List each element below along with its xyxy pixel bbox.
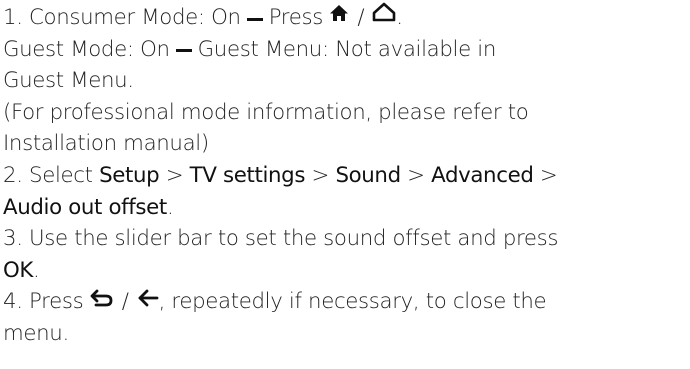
guest-menu-text: Guest Menu: Not available in xyxy=(197,36,497,62)
menu-path-audio-out-offset: Audio out offset xyxy=(3,194,167,220)
slash-separator: / xyxy=(357,5,365,30)
step-3-line-2: OK. xyxy=(3,255,690,287)
instruction-document: 1. Consumer Mode: On Press / . Guest Mode… xyxy=(0,2,690,369)
step-1-line-4: (For professional mode information, plea… xyxy=(3,99,529,125)
select-text: 2. Select xyxy=(3,162,93,188)
step-3-line-1: 3. Use the slider bar to set the sound o… xyxy=(3,226,559,252)
home-outline-icon xyxy=(372,0,396,32)
back-arrow-icon xyxy=(90,285,114,317)
close-menu-text: , repeatedly if necessary, to close the xyxy=(158,289,547,315)
step-1-line-1: 1. Consumer Mode: On Press / . xyxy=(3,2,690,34)
menu-path-tv-settings: TV settings xyxy=(189,162,306,188)
step-1-line-5: Installation manual) xyxy=(3,131,209,157)
step-2-line-2: Audio out offset. xyxy=(3,192,690,224)
ok-key-label: OK xyxy=(3,257,34,283)
step-4-line-2: menu. xyxy=(3,320,69,346)
end-period: . xyxy=(166,194,174,220)
dash-icon xyxy=(175,49,192,53)
path-separator: > xyxy=(407,162,425,188)
consumer-mode-text: 1. Consumer Mode: On xyxy=(3,5,241,30)
path-separator: > xyxy=(311,162,330,188)
step-4-line-1: 4. Press / , repeatedly if necessary, to… xyxy=(3,286,690,318)
press-text: 4. Press xyxy=(3,289,84,315)
end-period: . xyxy=(396,5,403,30)
left-arrow-icon xyxy=(137,285,159,317)
press-text: Press xyxy=(268,5,324,30)
end-period: . xyxy=(33,257,40,283)
path-separator: > xyxy=(165,162,184,188)
step-1-line-2: Guest Mode: On Guest Menu: Not available … xyxy=(3,34,690,66)
guest-mode-text: Guest Mode: On xyxy=(3,36,170,62)
menu-path-advanced: Advanced xyxy=(431,162,534,188)
slash-separator: / xyxy=(121,289,129,315)
menu-path-setup: Setup xyxy=(99,162,160,188)
step-1-line-3: Guest Menu. xyxy=(3,68,134,94)
path-separator: > xyxy=(539,162,558,188)
step-2-line-1: 2. Select Setup > TV settings > Sound > … xyxy=(3,160,690,192)
dash-icon xyxy=(246,17,263,21)
menu-path-sound: Sound xyxy=(335,162,401,188)
home-filled-icon xyxy=(329,0,349,32)
